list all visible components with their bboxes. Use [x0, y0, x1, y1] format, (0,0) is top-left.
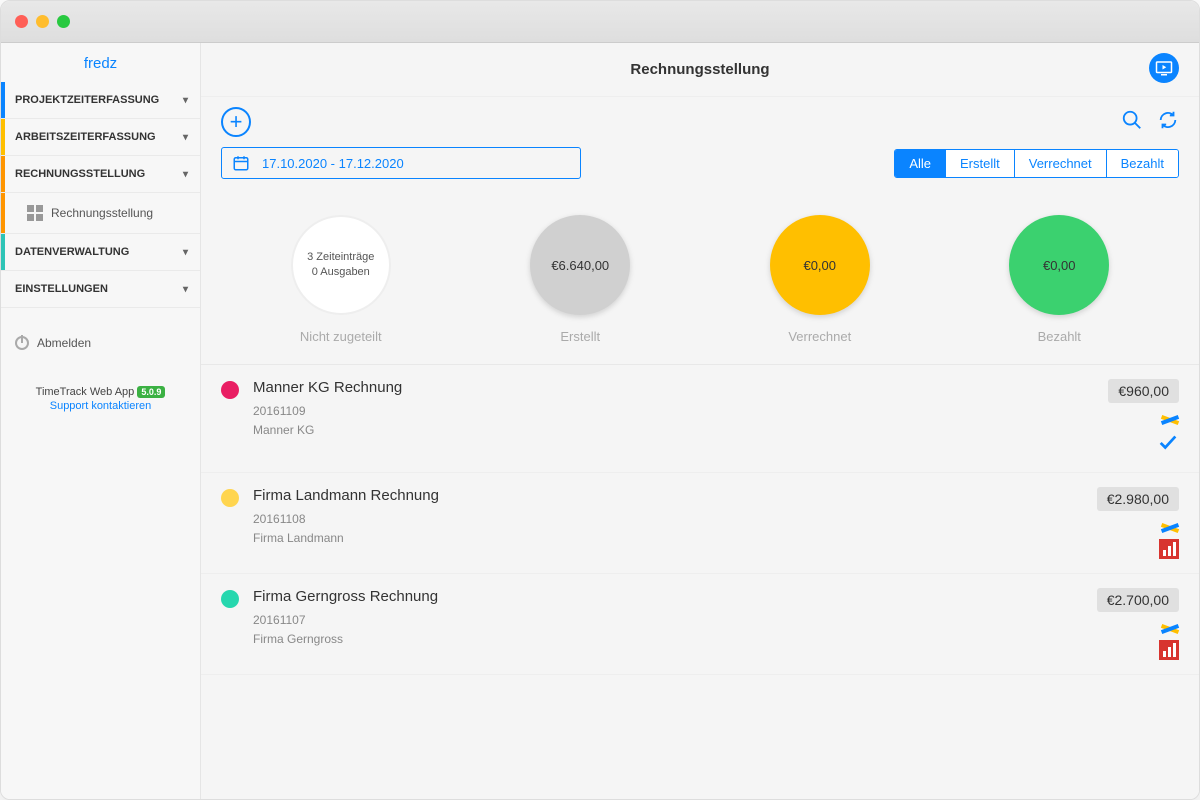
- nav-sub-label: Rechnungsstellung: [51, 206, 153, 220]
- window-minimize-button[interactable]: [36, 15, 49, 28]
- invoice-number: 20161107: [253, 611, 1083, 630]
- chevron-down-icon: ▾: [183, 169, 188, 180]
- date-range-label: 17.10.2020 - 17.12.2020: [262, 156, 404, 171]
- stat-paid[interactable]: €0,00 Bezahlt: [1009, 215, 1109, 344]
- x-icon[interactable]: [1161, 618, 1179, 636]
- status-dot: [221, 489, 239, 507]
- invoice-number: 20161108: [253, 510, 1083, 529]
- x-icon[interactable]: [1161, 517, 1179, 535]
- filter-tabs: Alle Erstellt Verrechnet Bezahlt: [894, 149, 1179, 178]
- sidebar: fredz PROJEKTZEITERFASSUNG ▾ ARBEITSZEIT…: [1, 43, 201, 799]
- stat-label: Nicht zugeteilt: [300, 329, 382, 344]
- support-link[interactable]: Support kontaktieren: [11, 400, 190, 412]
- chevron-down-icon: ▾: [183, 284, 188, 295]
- window-titlebar: [1, 1, 1199, 43]
- check-icon[interactable]: [1157, 431, 1179, 458]
- invoice-number: 20161109: [253, 402, 1094, 421]
- add-invoice-button[interactable]: +: [221, 107, 251, 137]
- date-range-picker[interactable]: 17.10.2020 - 17.12.2020: [221, 147, 581, 179]
- stat-line1: 3 Zeiteinträge: [307, 250, 374, 265]
- invoice-row[interactable]: Firma Landmann Rechnung 20161108Firma Lan…: [201, 473, 1199, 574]
- stat-billed[interactable]: €0,00 Verrechnet: [770, 215, 870, 344]
- app-name-label: TimeTrack Web App: [36, 386, 135, 398]
- chevron-down-icon: ▾: [183, 95, 188, 106]
- filter-tab-bezahlt[interactable]: Bezahlt: [1107, 150, 1178, 177]
- nav-label: ARBEITSZEITERFASSUNG: [15, 131, 156, 143]
- stat-line2: 0 Ausgaben: [312, 265, 370, 280]
- nav-label: RECHNUNGSSTELLUNG: [15, 168, 145, 180]
- power-icon: [15, 336, 29, 350]
- invoice-client: Firma Landmann: [253, 529, 1083, 548]
- nav-sub-rechnungsstellung[interactable]: Rechnungsstellung: [1, 193, 200, 234]
- version-badge: 5.0.9: [137, 386, 165, 398]
- filter-tab-erstellt[interactable]: Erstellt: [946, 150, 1015, 177]
- logout-label: Abmelden: [37, 336, 91, 350]
- invoice-row[interactable]: Manner KG Rechnung 20161109Manner KG €960,…: [201, 365, 1199, 473]
- stat-created[interactable]: €6.640,00 Erstellt: [530, 215, 630, 344]
- invoice-amount: €2.980,00: [1097, 487, 1179, 511]
- chart-icon[interactable]: [1159, 539, 1179, 559]
- invoice-client: Manner KG: [253, 421, 1094, 440]
- stat-value: €0,00: [1043, 258, 1076, 273]
- sidebar-footer: TimeTrack Web App 5.0.9 Support kontakti…: [1, 386, 200, 412]
- grid-icon: [27, 205, 43, 221]
- invoice-list: Manner KG Rechnung 20161109Manner KG €960,…: [201, 365, 1199, 799]
- x-icon[interactable]: [1161, 409, 1179, 427]
- search-icon[interactable]: [1121, 109, 1143, 136]
- chart-icon[interactable]: [1159, 640, 1179, 660]
- nav-item-arbeitszeiterfassung[interactable]: ARBEITSZEITERFASSUNG ▾: [1, 119, 200, 156]
- calendar-icon: [232, 154, 250, 172]
- stat-value: €6.640,00: [551, 258, 609, 273]
- invoice-amount: €960,00: [1108, 379, 1179, 403]
- chevron-down-icon: ▾: [183, 132, 188, 143]
- refresh-icon[interactable]: [1157, 109, 1179, 136]
- invoice-title: Manner KG Rechnung: [253, 379, 1094, 396]
- filter-tab-alle[interactable]: Alle: [895, 150, 946, 177]
- nav-label: PROJEKTZEITERFASSUNG: [15, 94, 159, 106]
- nav-item-einstellungen[interactable]: EINSTELLUNGEN ▾: [1, 271, 200, 308]
- nav-label: DATENVERWALTUNG: [15, 246, 129, 258]
- stat-value: €0,00: [803, 258, 836, 273]
- invoice-title: Firma Landmann Rechnung: [253, 487, 1083, 504]
- nav-label: EINSTELLUNGEN: [15, 283, 108, 295]
- main-content: Rechnungsstellung + 17.10.2020 - 17: [201, 43, 1199, 799]
- toolbar: + 17.10.2020 - 17.12.2020 Alle Erstellt: [201, 97, 1199, 185]
- nav-item-projektzeiterfassung[interactable]: PROJEKTZEITERFASSUNG ▾: [1, 82, 200, 119]
- stat-label: Bezahlt: [1038, 329, 1081, 344]
- tutorial-icon[interactable]: [1149, 53, 1179, 83]
- page-title: Rechnungsstellung: [630, 61, 769, 78]
- page-header: Rechnungsstellung: [201, 43, 1199, 97]
- nav-item-rechnungsstellung[interactable]: RECHNUNGSSTELLUNG ▾: [1, 156, 200, 193]
- nav-item-datenverwaltung[interactable]: DATENVERWALTUNG ▾: [1, 234, 200, 271]
- brand-label: fredz: [1, 43, 200, 82]
- invoice-amount: €2.700,00: [1097, 588, 1179, 612]
- chevron-down-icon: ▾: [183, 247, 188, 258]
- invoice-row[interactable]: Firma Gerngross Rechnung 20161107Firma Ge…: [201, 574, 1199, 675]
- status-dot: [221, 590, 239, 608]
- window-close-button[interactable]: [15, 15, 28, 28]
- stat-label: Verrechnet: [788, 329, 851, 344]
- invoice-title: Firma Gerngross Rechnung: [253, 588, 1083, 605]
- filter-tab-verrechnet[interactable]: Verrechnet: [1015, 150, 1107, 177]
- stat-label: Erstellt: [560, 329, 600, 344]
- stat-unassigned[interactable]: 3 Zeiteinträge 0 Ausgaben Nicht zugeteil…: [291, 215, 391, 344]
- stats-row: 3 Zeiteinträge 0 Ausgaben Nicht zugeteil…: [201, 185, 1199, 365]
- logout-button[interactable]: Abmelden: [1, 320, 200, 366]
- window-maximize-button[interactable]: [57, 15, 70, 28]
- invoice-client: Firma Gerngross: [253, 630, 1083, 649]
- status-dot: [221, 381, 239, 399]
